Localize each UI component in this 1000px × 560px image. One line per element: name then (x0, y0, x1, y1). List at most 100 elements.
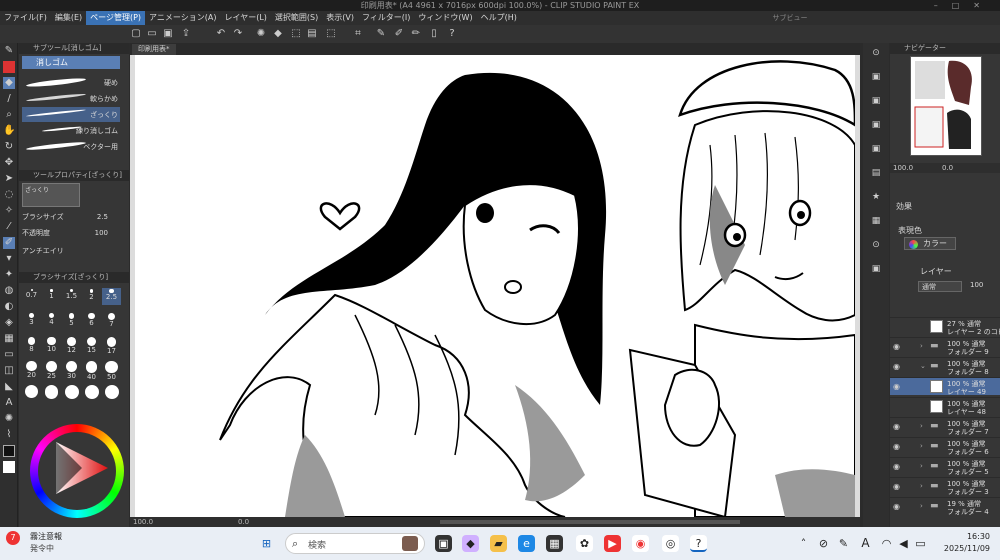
layer-folder-row[interactable]: ◉ › ▬ 100 % 通常 フォルダー 6 (890, 437, 1000, 456)
eye-icon[interactable]: ◉ (893, 462, 902, 471)
figure-tool-icon[interactable]: ▭ (3, 349, 15, 361)
crop-icon[interactable]: ⌗ (352, 28, 364, 40)
lasso-tool-icon[interactable]: ◌ (3, 189, 15, 201)
wifi-icon[interactable]: ◠ (878, 535, 895, 552)
brush-vector[interactable]: ベクター用 (22, 139, 120, 154)
loading-icon[interactable]: ✺ (255, 28, 267, 40)
favorite-icon[interactable]: ★ (870, 191, 882, 203)
layer-property-icon[interactable]: ▦ (870, 215, 882, 227)
brush-size-cell[interactable]: 50 (102, 360, 121, 381)
clock-time[interactable]: 16:30 (967, 532, 990, 541)
brush-size-cell[interactable] (22, 384, 41, 401)
chrome-icon[interactable]: ◉ (632, 535, 649, 552)
start-icon[interactable]: ⊞ (258, 535, 275, 552)
move-tool-icon[interactable]: ✥ (3, 157, 15, 169)
layer-folder-row[interactable]: ◉ › ▬ 19 % 通常 フォルダー 4 (890, 497, 1000, 516)
brush-size-cell[interactable]: 15 (82, 336, 101, 354)
decoration-tool-icon[interactable]: ✦ (3, 269, 15, 281)
eye-icon[interactable]: ◉ (893, 482, 902, 491)
chevron-right-icon[interactable]: › (920, 462, 923, 470)
material-icon[interactable]: ▣ (870, 143, 882, 155)
sub-color-icon[interactable] (3, 461, 15, 473)
material-icon[interactable]: ▣ (870, 71, 882, 83)
brush-size-cell[interactable]: 40 (82, 360, 101, 381)
chevron-down-icon[interactable]: ⌄ (920, 362, 926, 370)
brush-size-cell[interactable]: 5 (62, 312, 81, 329)
mute-icon[interactable]: ⊘ (815, 535, 832, 552)
rotate-tool-icon[interactable]: ↻ (3, 141, 15, 153)
blend-mode-select[interactable]: 通常 (918, 281, 962, 292)
layer-opacity[interactable]: 100 (970, 281, 983, 289)
brush-size-cell[interactable]: 3 (22, 312, 41, 329)
menu-animation[interactable]: アニメーション(A) (145, 11, 220, 25)
airbrush-tool-icon[interactable]: ▾ (3, 253, 15, 265)
eye-icon[interactable]: ◉ (893, 442, 902, 451)
phone-icon[interactable]: ▯ (428, 28, 440, 40)
brush-size-cell[interactable]: 2.5 (102, 288, 121, 305)
export-icon[interactable]: ⇪ (180, 28, 192, 40)
brush-size-cell[interactable]: 1 (42, 288, 61, 305)
brush-kneaded[interactable]: 練り消しゴム (22, 123, 120, 138)
pen-icon[interactable]: ✎ (375, 28, 387, 40)
window-controls[interactable]: –□✕ (934, 0, 994, 11)
eraser-icon[interactable]: ✏ (410, 28, 422, 40)
weather-title[interactable]: 霧注意報 (30, 531, 62, 542)
antialias-row[interactable]: アンチエイリ (22, 246, 122, 257)
menu-view[interactable]: 表示(V) (322, 11, 358, 25)
eyedropper-tool-icon[interactable]: ⁄ (3, 221, 15, 233)
chevron-right-icon[interactable]: › (920, 422, 923, 430)
color-triangle[interactable] (52, 440, 112, 496)
brush-size-cell[interactable]: 1.5 (62, 288, 81, 305)
new-file-icon[interactable]: ▢ (130, 28, 142, 40)
media-icon[interactable]: ▶ (604, 535, 621, 552)
brush-size-cell[interactable]: 25 (42, 360, 61, 380)
brush-size-cell[interactable]: 30 (62, 360, 81, 380)
brush-icon[interactable]: ✐ (393, 28, 405, 40)
redo-icon[interactable]: ↷ (232, 28, 244, 40)
drawing-canvas[interactable] (135, 55, 855, 517)
canvas-tab[interactable]: 印刷用表* (132, 44, 176, 55)
chevron-right-icon[interactable]: › (920, 342, 923, 350)
photos-icon[interactable]: ✿ (576, 535, 593, 552)
search-panel-icon[interactable]: ⊙ (870, 47, 882, 59)
fill-tool-icon[interactable]: ◈ (3, 317, 15, 329)
brush-size-cell[interactable]: 10 (42, 336, 61, 353)
chevron-right-icon[interactable]: › (920, 482, 923, 490)
layer-row[interactable]: ◉ 100 % 通常 レイヤー 49 (890, 377, 1000, 396)
brush-size-row[interactable]: ブラシサイズ 2.5 (22, 212, 122, 223)
balloon-tool-icon[interactable]: ✺ (3, 413, 15, 425)
navigator-rotation[interactable]: 0.0 (942, 163, 953, 173)
undo-icon[interactable]: ↶ (215, 28, 227, 40)
ruler-tool-icon[interactable]: ◣ (3, 381, 15, 393)
brush-size-cell[interactable]: 20 (22, 360, 41, 379)
layer-folder-row[interactable]: ◉ › ▬ 100 % 通常 フォルダー 3 (890, 477, 1000, 496)
menu-file[interactable]: ファイル(F) (0, 11, 51, 25)
eye-icon[interactable]: ◉ (893, 342, 902, 351)
pen-settings-icon[interactable]: ✎ (835, 535, 852, 552)
store-icon[interactable]: ▦ (546, 535, 563, 552)
chevron-up-icon[interactable]: ˄ (795, 535, 812, 552)
brush-size-cell[interactable]: 4 (42, 312, 61, 329)
navigator-thumbnail[interactable] (910, 56, 982, 156)
layer-folder-row[interactable]: ◉ › ▬ 100 % 通常 フォルダー 9 (890, 337, 1000, 356)
navigator-icon[interactable]: ▣ (870, 263, 882, 275)
text-tool-icon[interactable]: A (3, 397, 15, 409)
eye-icon[interactable] (893, 322, 902, 331)
brush-size-cell[interactable] (62, 384, 81, 401)
menu-edit[interactable]: 編集(E) (51, 11, 86, 25)
brush-size-cell[interactable]: 6 (82, 312, 101, 329)
edge-icon[interactable]: e (518, 535, 535, 552)
hand-tool-icon[interactable]: ✋ (3, 125, 15, 137)
frame-tool-icon[interactable]: ◫ (3, 365, 15, 377)
menu-page-management[interactable]: ページ管理(P) (86, 11, 146, 25)
clip-studio-paint-icon[interactable]: ? (690, 535, 707, 552)
navigator-zoom[interactable]: 100.0 (893, 164, 913, 172)
menu-window[interactable]: ウィンドウ(W) (414, 11, 476, 25)
brush-size-cell[interactable] (42, 384, 61, 401)
eye-icon[interactable]: ◉ (893, 422, 902, 431)
explorer-icon[interactable]: ▰ (490, 535, 507, 552)
pencil-tool-icon[interactable]: / (3, 93, 15, 105)
menu-selection[interactable]: 選択範囲(S) (271, 11, 322, 25)
canvas-zoom[interactable]: 100.0 (133, 518, 153, 526)
chevron-right-icon[interactable]: › (920, 502, 923, 510)
